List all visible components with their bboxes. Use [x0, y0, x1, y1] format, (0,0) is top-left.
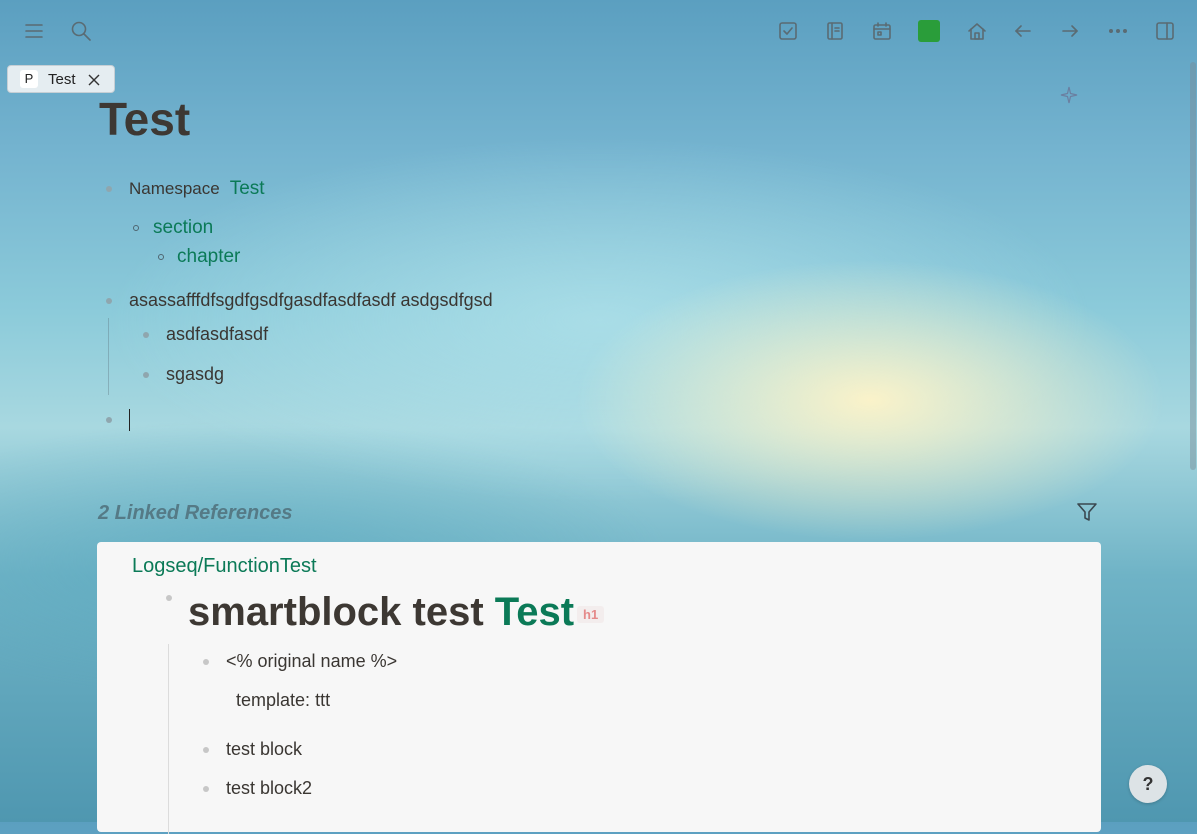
linked-references-title[interactable]: 2 Linked References [98, 502, 293, 525]
help-button[interactable]: ? [1129, 765, 1167, 803]
more-icon[interactable] [1103, 16, 1133, 46]
text-caret[interactable] [129, 409, 130, 431]
color-swatch [918, 20, 940, 42]
block-bullet[interactable] [166, 595, 172, 601]
block-bullet[interactable] [106, 298, 112, 304]
sidebar-toggle-icon[interactable] [1150, 16, 1180, 46]
namespace-block[interactable]: Namespace Test [129, 178, 265, 200]
block-bullet[interactable] [143, 372, 149, 378]
close-icon[interactable] [86, 72, 102, 88]
color-swatch-icon[interactable] [914, 16, 944, 46]
heading-link[interactable]: Test [495, 590, 574, 634]
children-guide-line [108, 318, 109, 395]
property-key: template [236, 690, 306, 710]
block-bullet[interactable] [106, 417, 112, 423]
forward-arrow-icon[interactable] [1055, 16, 1085, 46]
block-text[interactable]: test block2 [226, 778, 312, 799]
property-value: ttt [315, 690, 331, 710]
block-text[interactable]: sgasdg [166, 364, 224, 385]
page-scrollbar[interactable] [1190, 62, 1196, 470]
journal-icon[interactable] [820, 16, 850, 46]
block-bullet[interactable] [203, 786, 209, 792]
tab-label: Test [48, 71, 76, 88]
top-toolbar [0, 0, 1197, 60]
namespace-link[interactable]: Test [230, 178, 265, 199]
property-line[interactable]: template: ttt [236, 690, 330, 711]
chapter-link[interactable]: chapter [177, 246, 240, 268]
filter-icon[interactable] [1075, 500, 1099, 524]
page-tab[interactable]: P Test [7, 65, 115, 93]
search-icon[interactable] [66, 16, 96, 46]
block-text[interactable]: <% original name %> [226, 651, 397, 672]
block-bullet[interactable] [143, 332, 149, 338]
block-bullet[interactable] [203, 659, 209, 665]
block-text[interactable]: asassafffdfsgdfgsdfgasdfasdfasdf asdgsdf… [129, 290, 493, 311]
heading-block[interactable]: smartblock test Test [188, 590, 574, 635]
block-bullet[interactable] [106, 186, 112, 192]
hierarchy-bullet [158, 254, 164, 260]
heading-text: smartblock test [188, 590, 495, 634]
hierarchy-bullet [133, 225, 139, 231]
tab-page-icon: P [20, 70, 38, 88]
back-arrow-icon[interactable] [1008, 16, 1038, 46]
block-bullet[interactable] [203, 747, 209, 753]
block-text[interactable]: asdfasdfasdf [166, 324, 268, 345]
calendar-icon[interactable] [867, 16, 897, 46]
heading-level-badge: h1 [577, 606, 605, 623]
namespace-key: Namespace [129, 179, 220, 198]
tasks-icon[interactable] [773, 16, 803, 46]
menu-icon[interactable] [19, 16, 49, 46]
page-title[interactable]: Test [99, 92, 190, 146]
home-icon[interactable] [962, 16, 992, 46]
section-link[interactable]: section [153, 217, 213, 239]
property-separator: : [305, 690, 316, 710]
block-text[interactable]: test block [226, 739, 302, 760]
linked-reference-card: Logseq/FunctionTest smartblock test Test… [97, 542, 1101, 834]
sparkle-icon [1060, 86, 1078, 104]
reference-page-link[interactable]: Logseq/FunctionTest [132, 555, 317, 578]
children-guide-line [168, 644, 169, 834]
